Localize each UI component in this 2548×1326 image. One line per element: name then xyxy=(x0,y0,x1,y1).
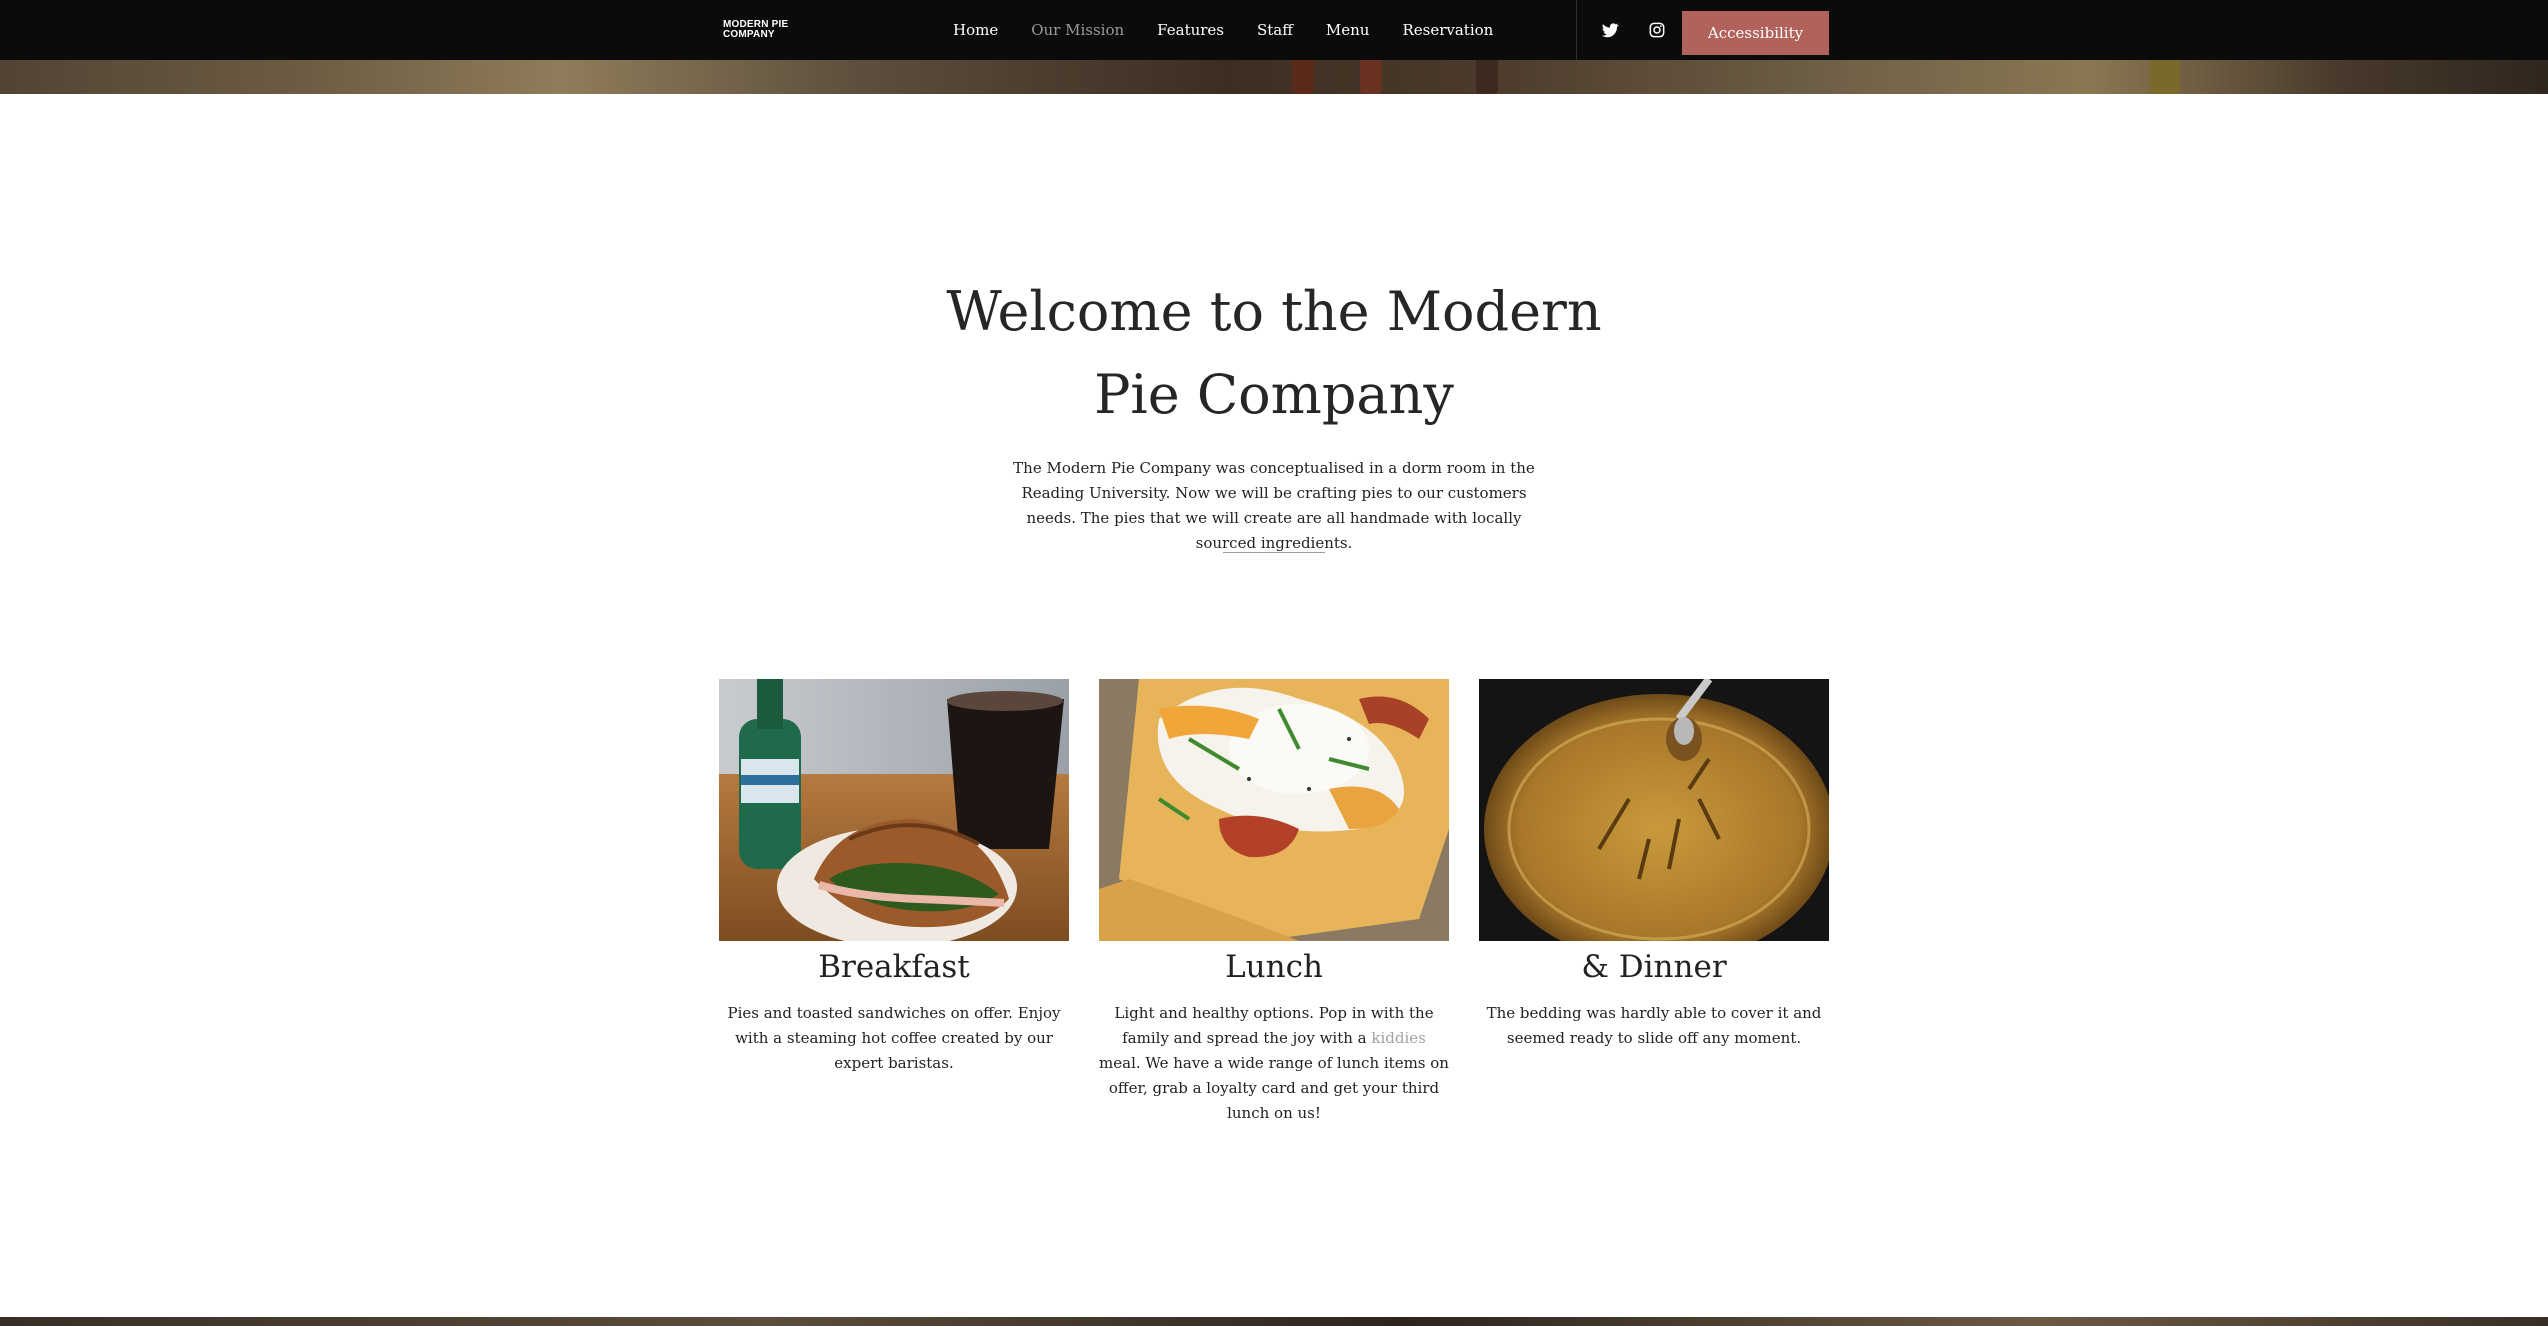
dinner-text: The bedding was hardly able to cover it … xyxy=(1486,1004,1822,1047)
footer-background-image xyxy=(0,1317,2548,1326)
breakfast-image xyxy=(719,679,1069,941)
nav-features[interactable]: Features xyxy=(1157,21,1224,39)
lunch-text-part-2: meal. We have a wide range of lunch item… xyxy=(1099,1054,1449,1122)
instagram-icon[interactable] xyxy=(1647,20,1667,40)
intro-paragraph: The Modern Pie Company was conceptualise… xyxy=(1013,459,1535,552)
hero-bottle xyxy=(2150,60,2180,94)
nav-reservation[interactable]: Reservation xyxy=(1402,21,1493,39)
page-title: Welcome to the Modern Pie Company xyxy=(924,270,1624,436)
accessibility-button[interactable]: Accessibility xyxy=(1682,11,1829,55)
lunch-image xyxy=(1099,679,1449,941)
page-title-line-2: Pie Company xyxy=(1094,363,1454,426)
nav-staff[interactable]: Staff xyxy=(1257,21,1293,39)
lunch-card: Lunch Light and healthy options. Pop in … xyxy=(1099,679,1449,1126)
breakfast-card: Breakfast Pies and toasted sandwiches on… xyxy=(719,679,1069,1076)
hero-bottle xyxy=(1476,60,1498,94)
hero-background-image xyxy=(0,60,2548,94)
nav-divider xyxy=(1576,0,1577,60)
dinner-image xyxy=(1479,679,1829,941)
lunch-title: Lunch xyxy=(1225,949,1323,985)
hero-bottle xyxy=(1292,60,1314,94)
twitter-icon[interactable] xyxy=(1600,20,1620,40)
site-logo[interactable]: MODERN PIE COMPANY xyxy=(723,20,788,40)
nav-menu[interactable]: Menu xyxy=(1326,21,1370,39)
page-title-line-1: Welcome to the Modern xyxy=(946,280,1602,343)
nav-our-mission[interactable]: Our Mission xyxy=(1031,21,1124,39)
lunch-text: Light and healthy options. Pop in with t… xyxy=(1099,1001,1449,1126)
main-nav: Home Our Mission Features Staff Menu Res… xyxy=(953,0,1526,60)
breakfast-title: Breakfast xyxy=(818,949,970,985)
logo-line-2: COMPANY xyxy=(723,29,775,40)
hero-bottle xyxy=(1360,60,1382,94)
nav-home[interactable]: Home xyxy=(953,21,998,39)
dinner-card: & Dinner The bedding was hardly able to … xyxy=(1479,679,1829,1051)
kiddies-link[interactable]: kiddies xyxy=(1371,1029,1425,1047)
top-navbar: MODERN PIE COMPANY Home Our Mission Feat… xyxy=(0,0,2548,60)
dinner-title: & Dinner xyxy=(1581,949,1727,985)
breakfast-text: Pies and toasted sandwiches on offer. En… xyxy=(727,1004,1061,1072)
section-divider xyxy=(1223,552,1325,553)
